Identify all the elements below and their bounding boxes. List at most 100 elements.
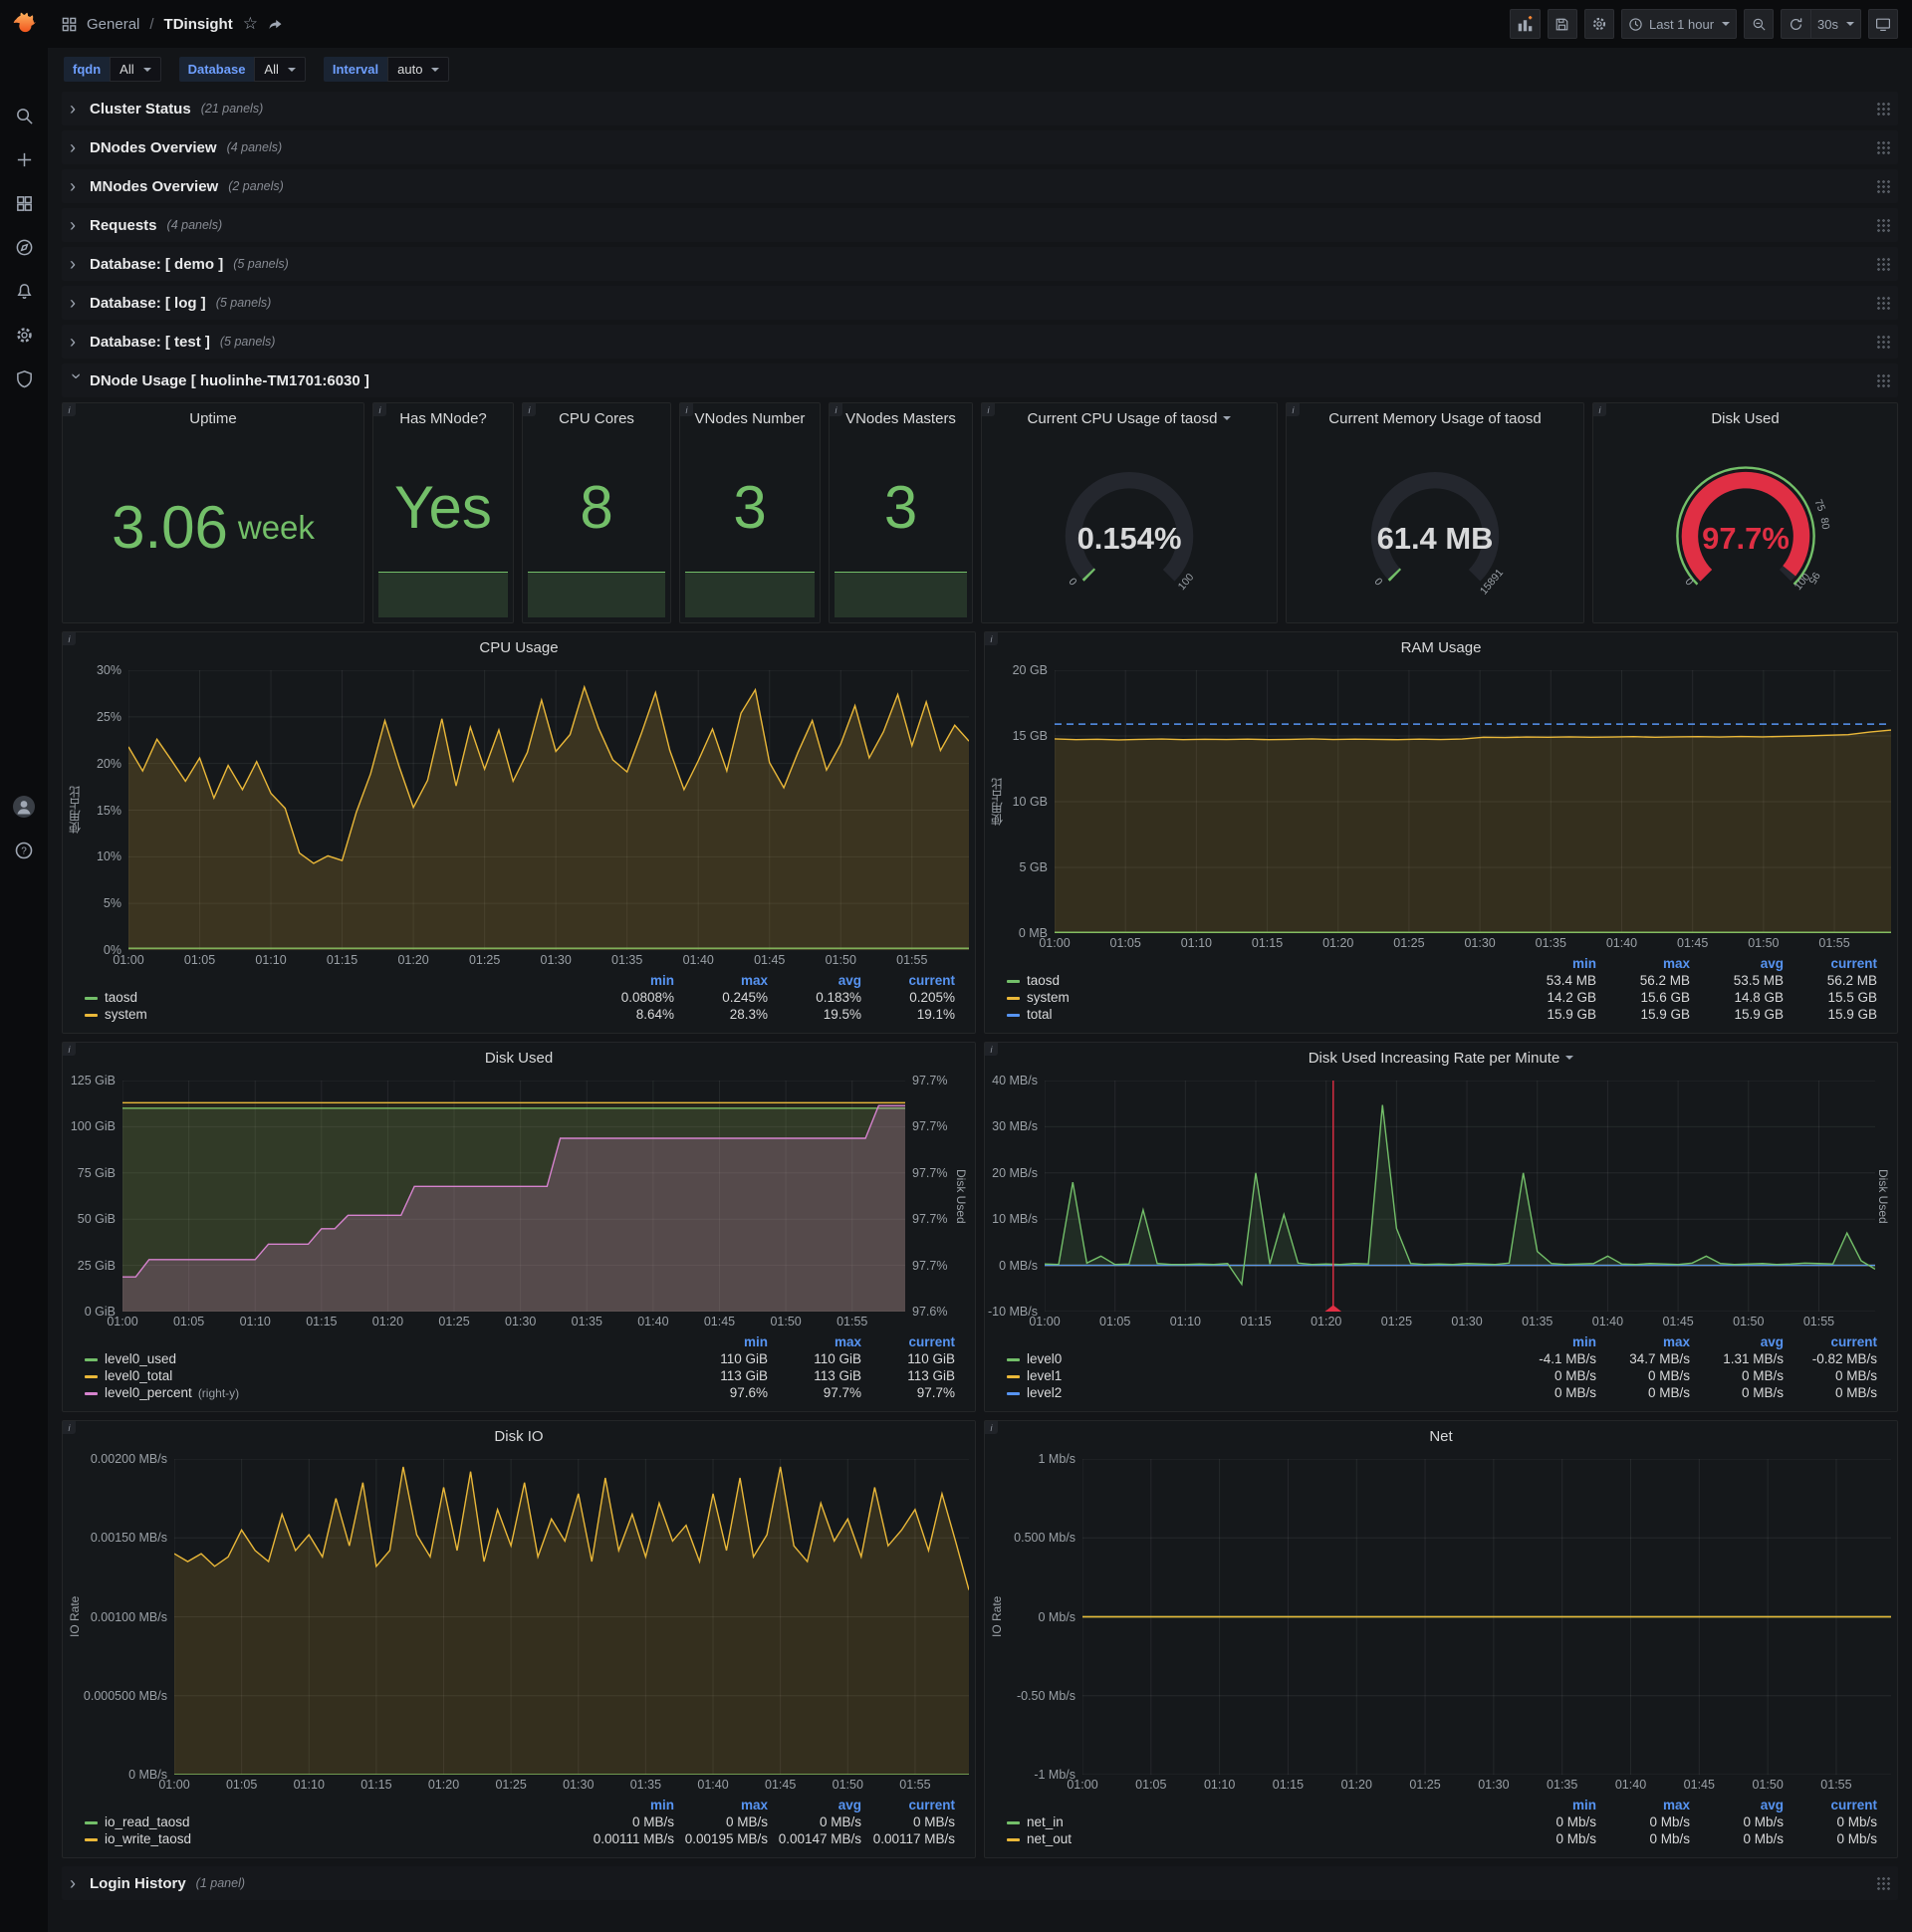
admin-shield-icon[interactable] xyxy=(0,357,48,400)
variable-fqdn-value[interactable]: All xyxy=(110,57,161,82)
legend-column-header[interactable]: max xyxy=(678,1797,772,1813)
legend-column-header[interactable]: current xyxy=(865,972,959,989)
dashboard-row[interactable]: › DNodes Overview (4 panels) xyxy=(62,130,1898,164)
variable-interval-label[interactable]: Interval xyxy=(323,57,388,82)
alerting-bell-icon[interactable] xyxy=(0,269,48,313)
dashboards-icon[interactable] xyxy=(0,181,48,225)
zoom-out-button[interactable] xyxy=(1744,9,1775,39)
legend-column-header[interactable]: max xyxy=(772,1333,865,1350)
create-icon[interactable] xyxy=(0,137,48,181)
variable-fqdn-label[interactable]: fqdn xyxy=(64,57,111,82)
row-drag-handle[interactable] xyxy=(1876,335,1890,349)
panel-title[interactable]: CPU Cores xyxy=(523,403,670,433)
panel-info-icon[interactable]: i xyxy=(680,403,693,416)
legend-column-header[interactable]: max xyxy=(1600,1797,1694,1813)
panel-title[interactable]: VNodes Number xyxy=(680,403,820,433)
panel-title[interactable]: Disk Used xyxy=(63,1043,975,1073)
dashboard-row-login-history[interactable]: › Login History (1 panel) xyxy=(62,1866,1898,1900)
panel-info-icon[interactable]: i xyxy=(63,403,76,416)
legend-series[interactable]: net_out xyxy=(1003,1830,1507,1847)
legend-series[interactable]: net_in xyxy=(1003,1813,1507,1830)
panel-title[interactable]: Has MNode? xyxy=(373,403,513,433)
search-icon[interactable] xyxy=(0,94,48,137)
legend-column-header[interactable]: max xyxy=(1600,955,1694,972)
legend-series[interactable]: level0 xyxy=(1003,1350,1507,1367)
panel-title[interactable]: Disk IO xyxy=(63,1421,975,1451)
legend-column-header[interactable]: min xyxy=(678,1333,772,1350)
dashboard-title[interactable]: TDinsight xyxy=(164,16,233,33)
panel-info-icon[interactable]: i xyxy=(63,632,76,645)
plot-area[interactable] xyxy=(1055,670,1891,933)
panel-title[interactable]: VNodes Masters xyxy=(830,403,972,433)
legend-column-header[interactable]: min xyxy=(585,972,678,989)
legend-column-header[interactable]: avg xyxy=(1694,1333,1788,1350)
row-drag-handle[interactable] xyxy=(1876,218,1890,232)
panel-info-icon[interactable]: i xyxy=(830,403,842,416)
legend-column-header[interactable]: current xyxy=(865,1333,959,1350)
star-icon[interactable]: ☆ xyxy=(243,14,258,34)
legend-column-header[interactable]: current xyxy=(1788,1333,1881,1350)
dashboard-row[interactable]: › Database: [ demo ] (5 panels) xyxy=(62,247,1898,281)
panel-title[interactable]: RAM Usage xyxy=(985,632,1897,662)
dashboard-row[interactable]: › Requests (4 panels) xyxy=(62,208,1898,242)
row-drag-handle[interactable] xyxy=(1876,373,1890,387)
row-drag-handle[interactable] xyxy=(1876,102,1890,116)
dashboard-row[interactable]: › MNodes Overview (2 panels) xyxy=(62,169,1898,203)
panel-title[interactable]: Disk Used xyxy=(1593,403,1897,433)
legend-column-header[interactable]: min xyxy=(585,1797,678,1813)
refresh-interval-picker[interactable]: 30s xyxy=(1810,9,1861,39)
dashboard-row-expanded[interactable]: › DNode Usage [ huolinhe-TM1701:6030 ] xyxy=(62,363,1898,397)
legend-series[interactable]: io_read_taosd xyxy=(81,1813,585,1830)
dashboard-row[interactable]: › Database: [ test ] (5 panels) xyxy=(62,325,1898,359)
row-drag-handle[interactable] xyxy=(1876,296,1890,310)
legend-column-header[interactable]: avg xyxy=(1694,1797,1788,1813)
legend-column-header[interactable]: min xyxy=(1507,1333,1600,1350)
variable-interval-value[interactable]: auto xyxy=(387,57,450,82)
refresh-button[interactable] xyxy=(1781,9,1811,39)
panel-info-icon[interactable]: i xyxy=(985,1421,998,1434)
panel-title[interactable]: Disk Used Increasing Rate per Minute xyxy=(985,1043,1897,1073)
row-drag-handle[interactable] xyxy=(1876,179,1890,193)
legend-column-header[interactable]: avg xyxy=(772,1797,865,1813)
grafana-logo[interactable] xyxy=(0,0,48,48)
time-range-picker[interactable]: Last 1 hour xyxy=(1620,9,1738,39)
plot-area[interactable] xyxy=(122,1081,905,1312)
add-panel-button[interactable] xyxy=(1509,9,1541,39)
row-drag-handle[interactable] xyxy=(1876,140,1890,154)
legend-column-header[interactable]: avg xyxy=(1694,955,1788,972)
legend-series[interactable]: level2 xyxy=(1003,1384,1507,1401)
breadcrumb-section[interactable]: General xyxy=(87,16,139,33)
panel-info-icon[interactable]: i xyxy=(985,632,998,645)
legend-series[interactable]: level0_percent (right-y) xyxy=(81,1384,678,1401)
dashboard-row[interactable]: › Cluster Status (21 panels) xyxy=(62,92,1898,125)
legend-series[interactable]: taosd xyxy=(1003,972,1507,989)
variable-database-label[interactable]: Database xyxy=(178,57,255,82)
legend-column-header[interactable]: min xyxy=(1507,955,1600,972)
dashboard-row[interactable]: › Database: [ log ] (5 panels) xyxy=(62,286,1898,320)
panel-info-icon[interactable]: i xyxy=(1593,403,1606,416)
variable-database-value[interactable]: All xyxy=(254,57,306,82)
legend-column-header[interactable]: current xyxy=(865,1797,959,1813)
panel-title[interactable]: Current CPU Usage of taosd xyxy=(982,403,1277,433)
user-avatar[interactable] xyxy=(0,785,48,829)
row-drag-handle[interactable] xyxy=(1876,257,1890,271)
legend-column-header[interactable]: current xyxy=(1788,955,1881,972)
explore-compass-icon[interactable] xyxy=(0,225,48,269)
panel-info-icon[interactable]: i xyxy=(982,403,995,416)
panel-title[interactable]: Current Memory Usage of taosd xyxy=(1287,403,1583,433)
legend-series[interactable]: system xyxy=(81,1006,585,1023)
legend-series[interactable]: total xyxy=(1003,1006,1507,1023)
legend-series[interactable]: level0_total xyxy=(81,1367,678,1384)
panel-title[interactable]: Net xyxy=(985,1421,1897,1451)
save-dashboard-button[interactable] xyxy=(1547,9,1577,39)
panel-info-icon[interactable]: i xyxy=(63,1043,76,1056)
legend-series[interactable]: system xyxy=(1003,989,1507,1006)
plot-area[interactable] xyxy=(1082,1459,1891,1775)
legend-column-header[interactable]: max xyxy=(678,972,772,989)
plot-area[interactable] xyxy=(128,670,969,950)
disk-used-chart[interactable]: 125 GiB 100 GiB 75 GiB 50 GiB 25 GiB 0 GiB 97.… xyxy=(63,1073,975,1411)
cycle-view-mode-button[interactable] xyxy=(1868,9,1898,39)
panel-info-icon[interactable]: i xyxy=(523,403,536,416)
legend-column-header[interactable]: min xyxy=(1507,1797,1600,1813)
dashboard-settings-button[interactable] xyxy=(1583,9,1614,39)
